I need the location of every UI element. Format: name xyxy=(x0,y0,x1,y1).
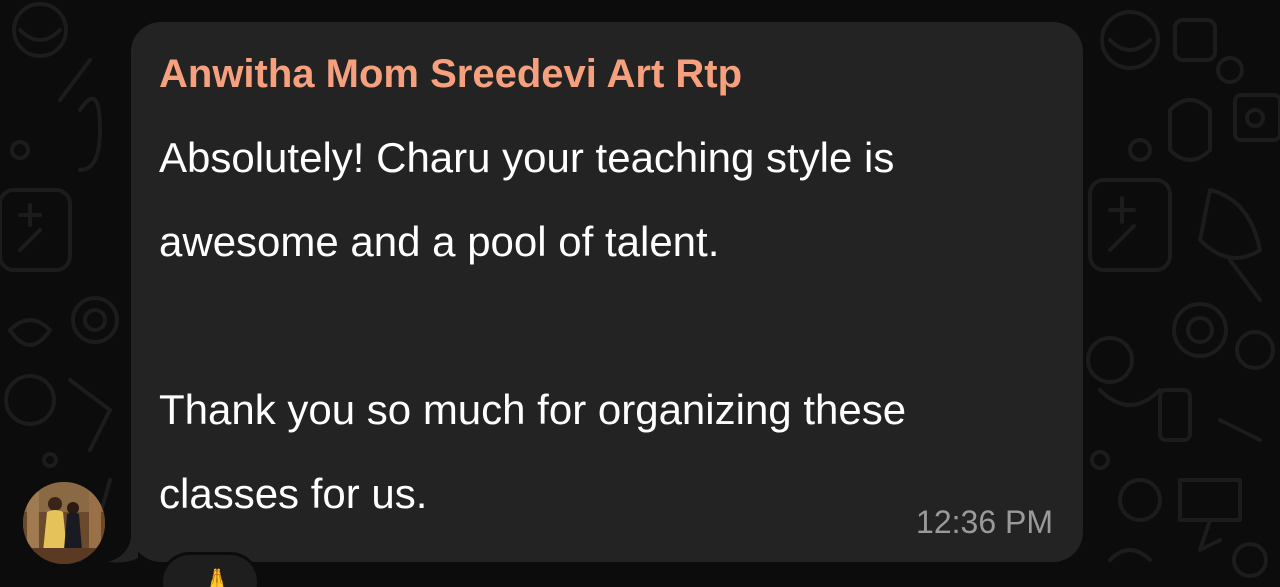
sender-avatar[interactable] xyxy=(23,482,105,564)
message-bubble[interactable]: Anwitha Mom Sreedevi Art Rtp Absolutely!… xyxy=(131,22,1083,562)
reaction-emoji: 🙏 xyxy=(197,567,237,587)
message-timestamp: 12:36 PM xyxy=(916,504,1053,540)
sender-name[interactable]: Anwitha Mom Sreedevi Art Rtp xyxy=(159,48,1055,100)
message-text: Absolutely! Charu your teaching style is… xyxy=(159,134,907,517)
avatar-photo xyxy=(23,482,105,564)
chat-background: Anwitha Mom Sreedevi Art Rtp Absolutely!… xyxy=(0,0,1280,587)
reaction-pill[interactable]: 🙏 xyxy=(160,552,260,587)
